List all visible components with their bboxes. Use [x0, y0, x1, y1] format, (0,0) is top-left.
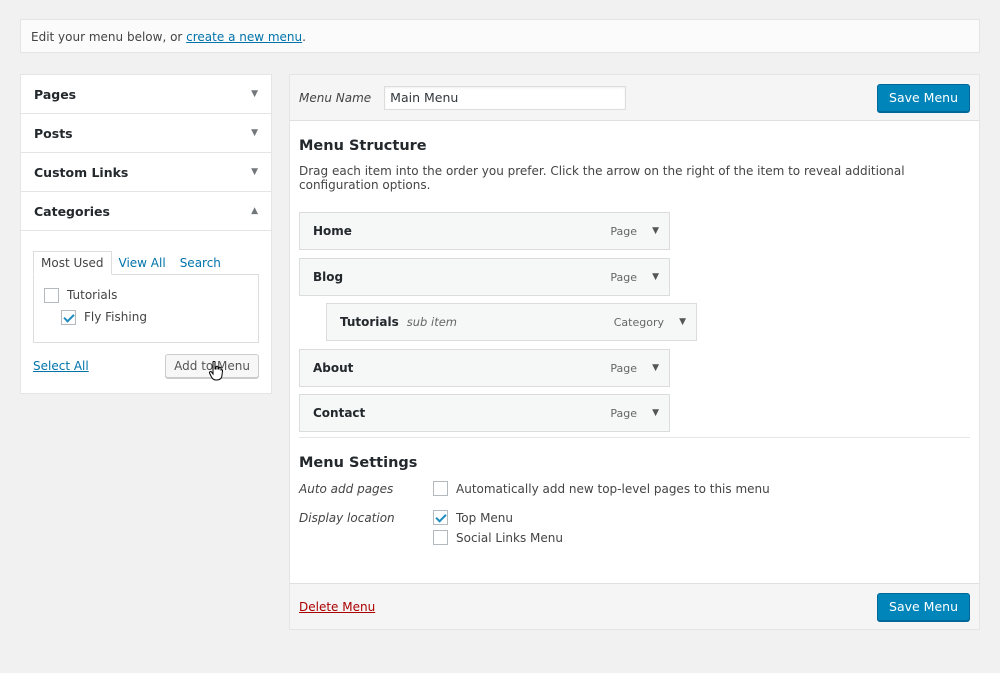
menu-item-type: Page	[610, 406, 637, 420]
categories-checklist: Tutorials Fly Fishing	[33, 274, 259, 343]
checkbox[interactable]	[44, 287, 59, 303]
categories-tabs: Most Used View All Search	[33, 250, 259, 275]
menu-item-type: Page	[610, 361, 637, 375]
notice-bar: Edit your menu below, or create a new me…	[20, 19, 980, 53]
menu-item-title: Contact	[313, 406, 366, 420]
expand-arrow-icon[interactable]: ▼	[679, 317, 686, 327]
auto-add-option[interactable]: Automatically add new top-level pages to…	[433, 481, 770, 496]
menu-settings-title: Menu Settings	[299, 455, 418, 471]
menu-item-type: Page	[610, 224, 637, 238]
notice-text: Edit your menu below, or	[31, 30, 187, 44]
menu-item-home[interactable]: Home Page ▼	[299, 212, 670, 250]
category-label: Fly Fishing	[84, 310, 147, 324]
display-location-label: Display location	[299, 511, 395, 525]
category-label: Tutorials	[67, 288, 118, 302]
caret-down-icon: ▼	[251, 128, 258, 138]
menu-items-list: Home Page ▼ Blog Page ▼ Tutorials sub it…	[299, 212, 970, 432]
location-top-menu[interactable]: Top Menu	[433, 510, 513, 525]
location-label: Social Links Menu	[456, 530, 563, 545]
select-all-link[interactable]: Select All	[33, 359, 89, 373]
menu-item-title: Tutorials	[340, 315, 399, 329]
location-label: Top Menu	[456, 510, 514, 525]
save-menu-button[interactable]: Save Menu	[877, 83, 970, 112]
accordion-section-pages[interactable]: Pages ▼	[21, 75, 271, 114]
caret-down-icon: ▼	[251, 167, 258, 177]
menu-header: Menu Name Save Menu	[290, 75, 979, 121]
accordion-section-label: Pages	[34, 86, 77, 102]
menu-footer: Delete Menu Save Menu	[290, 583, 979, 629]
menu-item-title: About	[313, 361, 354, 375]
checkbox-checked[interactable]	[433, 510, 448, 525]
delete-menu-link[interactable]: Delete Menu	[299, 600, 375, 614]
checkbox[interactable]	[433, 481, 448, 496]
menu-item-tutorials[interactable]: Tutorials sub item Category ▼	[326, 303, 697, 341]
caret-down-icon: ▼	[251, 89, 258, 99]
create-new-menu-link[interactable]: create a new menu	[186, 30, 302, 44]
menu-item-about[interactable]: About Page ▼	[299, 349, 670, 387]
caret-up-icon: ▲	[251, 206, 258, 216]
menu-item-title: Blog	[313, 270, 344, 284]
expand-arrow-icon[interactable]: ▼	[652, 226, 659, 236]
menu-item-type: Category	[613, 315, 664, 329]
menu-item-type: Page	[610, 270, 637, 284]
expand-arrow-icon[interactable]: ▼	[652, 408, 659, 418]
save-menu-button-bottom[interactable]: Save Menu	[877, 592, 970, 621]
expand-arrow-icon[interactable]: ▼	[652, 272, 659, 282]
accordion-section-label: Posts	[34, 125, 73, 141]
tab-search[interactable]: Search	[173, 252, 228, 274]
checkbox-checked[interactable]	[61, 309, 76, 325]
add-menu-items-accordion: Pages ▼ Posts ▼ Custom Links ▼ Categorie…	[20, 74, 272, 394]
menu-item-contact[interactable]: Contact Page ▼	[299, 394, 670, 432]
notice-suffix: .	[302, 30, 306, 44]
checkbox[interactable]	[433, 530, 448, 545]
accordion-section-custom-links[interactable]: Custom Links ▼	[21, 153, 271, 192]
divider	[299, 437, 970, 438]
location-social-links-menu[interactable]: Social Links Menu	[433, 530, 563, 545]
menu-name-label: Menu Name	[299, 90, 372, 105]
menu-item-title: Home	[313, 224, 352, 238]
menu-structure-title: Menu Structure	[299, 138, 427, 154]
auto-add-pages-label: Auto add pages	[299, 482, 394, 496]
category-item-tutorials[interactable]: Tutorials	[44, 284, 248, 306]
menu-body: Menu Structure Drag each item into the o…	[290, 138, 979, 581]
menu-settings: Auto add pages Automatically add new top…	[299, 471, 970, 581]
hand-cursor-icon	[209, 361, 223, 381]
menu-editor: Menu Name Save Menu Menu Structure Drag …	[289, 74, 980, 630]
categories-footer: Select All Add to Menu	[33, 354, 259, 378]
tab-most-used[interactable]: Most Used	[33, 251, 112, 275]
auto-add-option-label: Automatically add new top-level pages to…	[456, 481, 770, 496]
menu-name-input[interactable]	[384, 85, 627, 110]
accordion-section-categories[interactable]: Categories ▲	[21, 192, 271, 231]
accordion-section-label: Categories	[34, 203, 110, 219]
categories-panel: Most Used View All Search Tutorials Fly …	[21, 231, 271, 393]
expand-arrow-icon[interactable]: ▼	[652, 363, 659, 373]
menu-structure-hint: Drag each item into the order you prefer…	[299, 164, 905, 192]
tab-view-all[interactable]: View All	[112, 252, 173, 274]
category-item-fly-fishing[interactable]: Fly Fishing	[44, 306, 248, 328]
menu-item-blog[interactable]: Blog Page ▼	[299, 258, 670, 296]
menu-item-sub-label: sub item	[406, 315, 457, 329]
accordion-section-label: Custom Links	[34, 164, 129, 180]
accordion-section-posts[interactable]: Posts ▼	[21, 114, 271, 153]
